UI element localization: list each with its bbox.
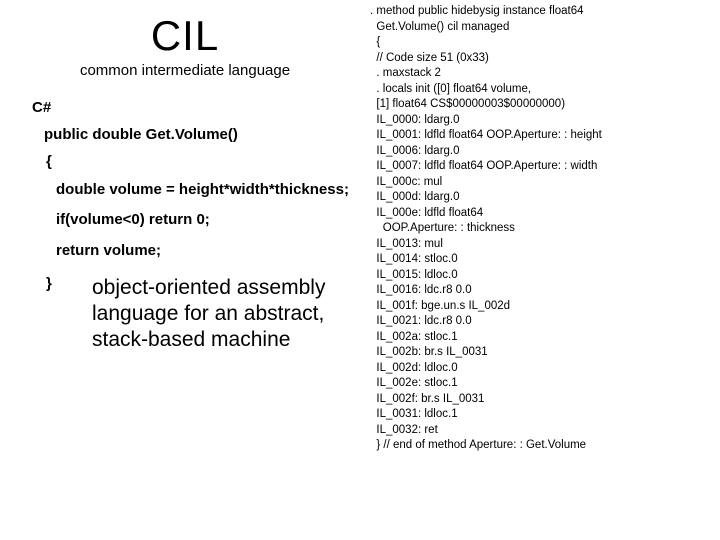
- csharp-block: C# public double Get.Volume() { double v…: [32, 99, 370, 354]
- csharp-body-line1: double volume = height*width*thickness;: [56, 180, 370, 200]
- cil-line: IL_0015: ldloc.0: [370, 268, 712, 284]
- cil-line: IL_0016: ldc.r8 0.0: [370, 283, 712, 299]
- cil-line: IL_0013: mul: [370, 237, 712, 253]
- csharp-body-line2: if(volume<0) return 0;: [56, 210, 370, 230]
- cil-line: IL_000d: ldarg.0: [370, 190, 712, 206]
- cil-line: IL_0001: ldfld float64 OOP.Aperture: : h…: [370, 128, 712, 144]
- cil-line: IL_000c: mul: [370, 175, 712, 191]
- cil-line: IL_002b: br.s IL_0031: [370, 345, 712, 361]
- closing-row: } object-oriented assembly language for …: [32, 275, 370, 354]
- cil-line: . locals init ([0] float64 volume,: [370, 82, 712, 98]
- csharp-body-line3: return volume;: [56, 241, 370, 261]
- cil-line: Get.Volume() cil managed: [370, 20, 712, 36]
- cil-line: IL_002a: stloc.1: [370, 330, 712, 346]
- page-title: CIL: [0, 12, 370, 60]
- cil-line: . method public hidebysig instance float…: [370, 4, 712, 20]
- cil-line: IL_0000: ldarg.0: [370, 113, 712, 129]
- csharp-brace-open: {: [46, 153, 370, 170]
- left-column: CIL common intermediate language C# publ…: [0, 0, 370, 540]
- cil-line: IL_002d: ldloc.0: [370, 361, 712, 377]
- page-subtitle: common intermediate language: [0, 62, 370, 79]
- cil-line: IL_002f: br.s IL_0031: [370, 392, 712, 408]
- cil-line: . maxstack 2: [370, 66, 712, 82]
- cil-line: OOP.Aperture: : thickness: [370, 221, 712, 237]
- cil-line: IL_001f: bge.un.s IL_002d: [370, 299, 712, 315]
- cil-line: IL_0021: ldc.r8 0.0: [370, 314, 712, 330]
- cil-line: IL_002e: stloc.1: [370, 376, 712, 392]
- cil-line: {: [370, 35, 712, 51]
- cil-line: [1] float64 CS$00000003$00000000): [370, 97, 712, 113]
- cil-line: IL_0032: ret: [370, 423, 712, 439]
- cil-line: IL_0007: ldfld float64 OOP.Aperture: : w…: [370, 159, 712, 175]
- cil-line: IL_0006: ldarg.0: [370, 144, 712, 160]
- cil-line: // Code size 51 (0x33): [370, 51, 712, 67]
- csharp-heading: C#: [32, 99, 370, 116]
- csharp-signature: public double Get.Volume(): [44, 126, 370, 143]
- description-text: object-oriented assembly language for an…: [92, 275, 342, 354]
- cil-line: IL_000e: ldfld float64: [370, 206, 712, 222]
- cil-line: IL_0031: ldloc.1: [370, 407, 712, 423]
- cil-line: IL_0014: stloc.0: [370, 252, 712, 268]
- cil-listing: . method public hidebysig instance float…: [370, 0, 720, 540]
- csharp-brace-close: }: [46, 275, 68, 292]
- cil-line: } // end of method Aperture: : Get.Volum…: [370, 438, 712, 454]
